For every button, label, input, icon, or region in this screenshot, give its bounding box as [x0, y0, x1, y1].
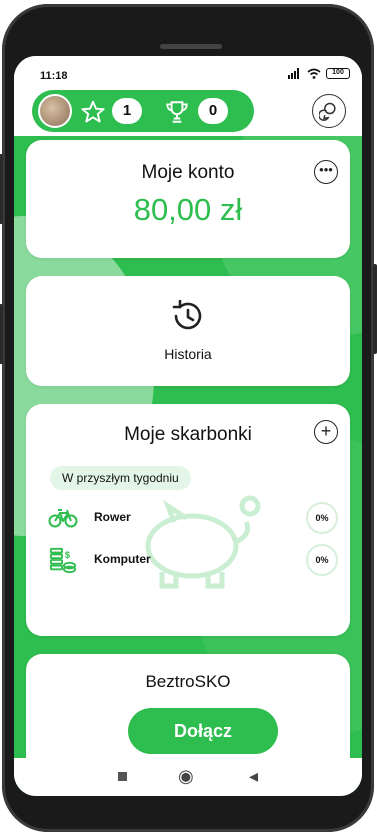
- piggybanks-title: Moje skarbonki: [124, 424, 252, 445]
- status-time: 11:18: [40, 70, 68, 82]
- account-balance: 80,00 zł: [133, 192, 243, 227]
- chat-icon: [318, 102, 336, 121]
- goal-progress: 0%: [306, 502, 338, 534]
- add-piggybank-button[interactable]: +: [314, 420, 338, 444]
- history-label: Historia: [164, 346, 212, 362]
- screen: 11:18 100 1 0 Moje konto ••• 80,00 zł Hi…: [14, 56, 362, 796]
- status-icons: 100: [288, 68, 350, 79]
- trophies-count: 0: [198, 98, 228, 124]
- account-title: Moje konto: [141, 162, 235, 183]
- chat-button[interactable]: [312, 94, 346, 128]
- wifi-icon: [307, 68, 321, 79]
- side-button: [0, 304, 3, 364]
- system-nav-bar: ◉ ◂: [14, 758, 362, 796]
- speaker-grille: [160, 44, 222, 49]
- battery-icon: 100: [326, 68, 350, 79]
- trophy-icon: [166, 101, 188, 123]
- side-button: [373, 264, 377, 354]
- money-icon: $: [49, 547, 77, 574]
- goal-label: Komputer: [94, 552, 151, 566]
- history-icon: [172, 299, 202, 330]
- goal-row-komputer[interactable]: $ Komputer 0%: [48, 542, 338, 578]
- back-button[interactable]: ◂: [249, 766, 258, 787]
- piggybanks-card: Moje skarbonki + W przyszłym tygodniu Ro…: [26, 404, 350, 636]
- phone-frame: 11:18 100 1 0 Moje konto ••• 80,00 zł Hi…: [0, 4, 377, 832]
- star-icon: [81, 100, 105, 123]
- more-options-button[interactable]: •••: [314, 160, 338, 184]
- goal-label: Rower: [94, 510, 131, 524]
- stars-count: 1: [112, 98, 142, 124]
- status-bar: 11:18 100: [14, 56, 362, 84]
- history-card[interactable]: Historia: [26, 276, 350, 386]
- side-button: [0, 154, 3, 224]
- profile-pill[interactable]: 1 0: [32, 90, 254, 132]
- account-card[interactable]: Moje konto ••• 80,00 zł: [26, 140, 350, 258]
- bike-icon: [48, 509, 78, 528]
- svg-text:$: $: [65, 550, 71, 560]
- goal-progress: 0%: [306, 544, 338, 576]
- recents-button[interactable]: [118, 772, 127, 781]
- period-chip[interactable]: W przyszłym tygodniu: [50, 466, 191, 490]
- promo-title: BeztroSKO: [145, 672, 231, 691]
- home-button[interactable]: ◉: [178, 766, 194, 787]
- join-button[interactable]: Dołącz: [128, 708, 278, 754]
- goal-row-rower[interactable]: Rower 0%: [48, 500, 338, 536]
- avatar[interactable]: [38, 94, 72, 128]
- signal-icon: [288, 68, 299, 79]
